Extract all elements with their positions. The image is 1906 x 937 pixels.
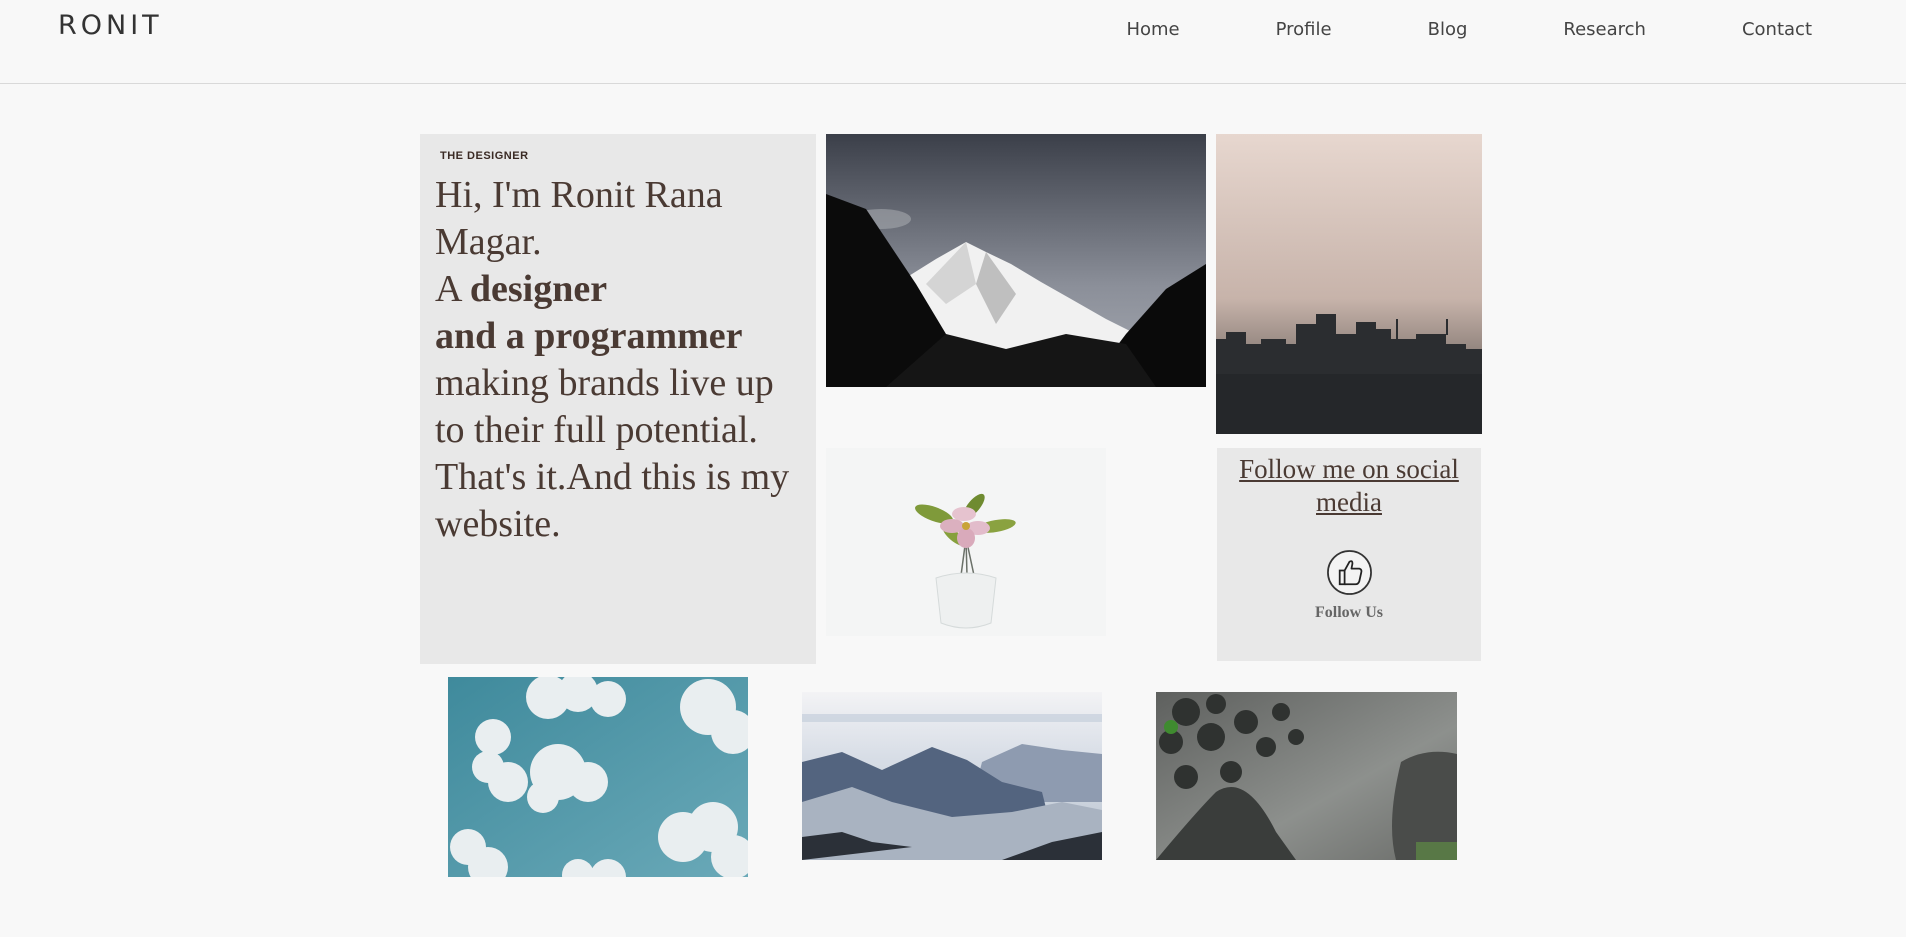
intro-card: THE DESIGNER Hi, I'm Ronit Rana Magar. A… xyxy=(420,134,816,664)
social-title-link[interactable]: Follow me on social media xyxy=(1217,453,1481,519)
thumbs-up-icon[interactable] xyxy=(1326,549,1373,596)
nav-research[interactable]: Research xyxy=(1563,19,1646,40)
intro-line-4: making brands live up xyxy=(435,362,774,404)
plant-shadow-photo xyxy=(1156,692,1457,860)
site-header: RONIT Home Profile Blog Research Contact xyxy=(0,0,1906,84)
intro-line-2-bold: designer xyxy=(469,268,608,310)
flower-vase-photo xyxy=(826,448,1106,636)
snowy-mountain-photo xyxy=(826,134,1206,387)
intro-headline: Hi, I'm Ronit Rana Magar. A designer and… xyxy=(435,172,802,548)
nav-contact[interactable]: Contact xyxy=(1742,19,1812,40)
nav-home[interactable]: Home xyxy=(1126,19,1179,40)
intro-line-3-bold: and a programmer xyxy=(435,315,743,357)
nav-blog[interactable]: Blog xyxy=(1428,19,1468,40)
clouds-sky-photo xyxy=(448,677,748,877)
intro-line-1: Hi, I'm Ronit Rana Magar. xyxy=(435,174,723,263)
intro-eyebrow: THE DESIGNER xyxy=(440,150,529,162)
city-skyline-photo xyxy=(1216,134,1482,434)
social-card: Follow me on social media Follow Us xyxy=(1217,448,1481,661)
nav-profile[interactable]: Profile xyxy=(1276,19,1332,40)
misty-mountains-photo xyxy=(802,692,1102,860)
site-logo[interactable]: RONIT xyxy=(58,10,163,41)
main-nav: Home Profile Blog Research Contact xyxy=(1126,19,1812,40)
follow-us-label: Follow Us xyxy=(1315,604,1383,621)
intro-line-2-prefix: A xyxy=(435,268,470,310)
intro-line-5: to their full potential. xyxy=(435,409,758,451)
intro-line-6: That's it.And this is my website. xyxy=(435,456,790,545)
